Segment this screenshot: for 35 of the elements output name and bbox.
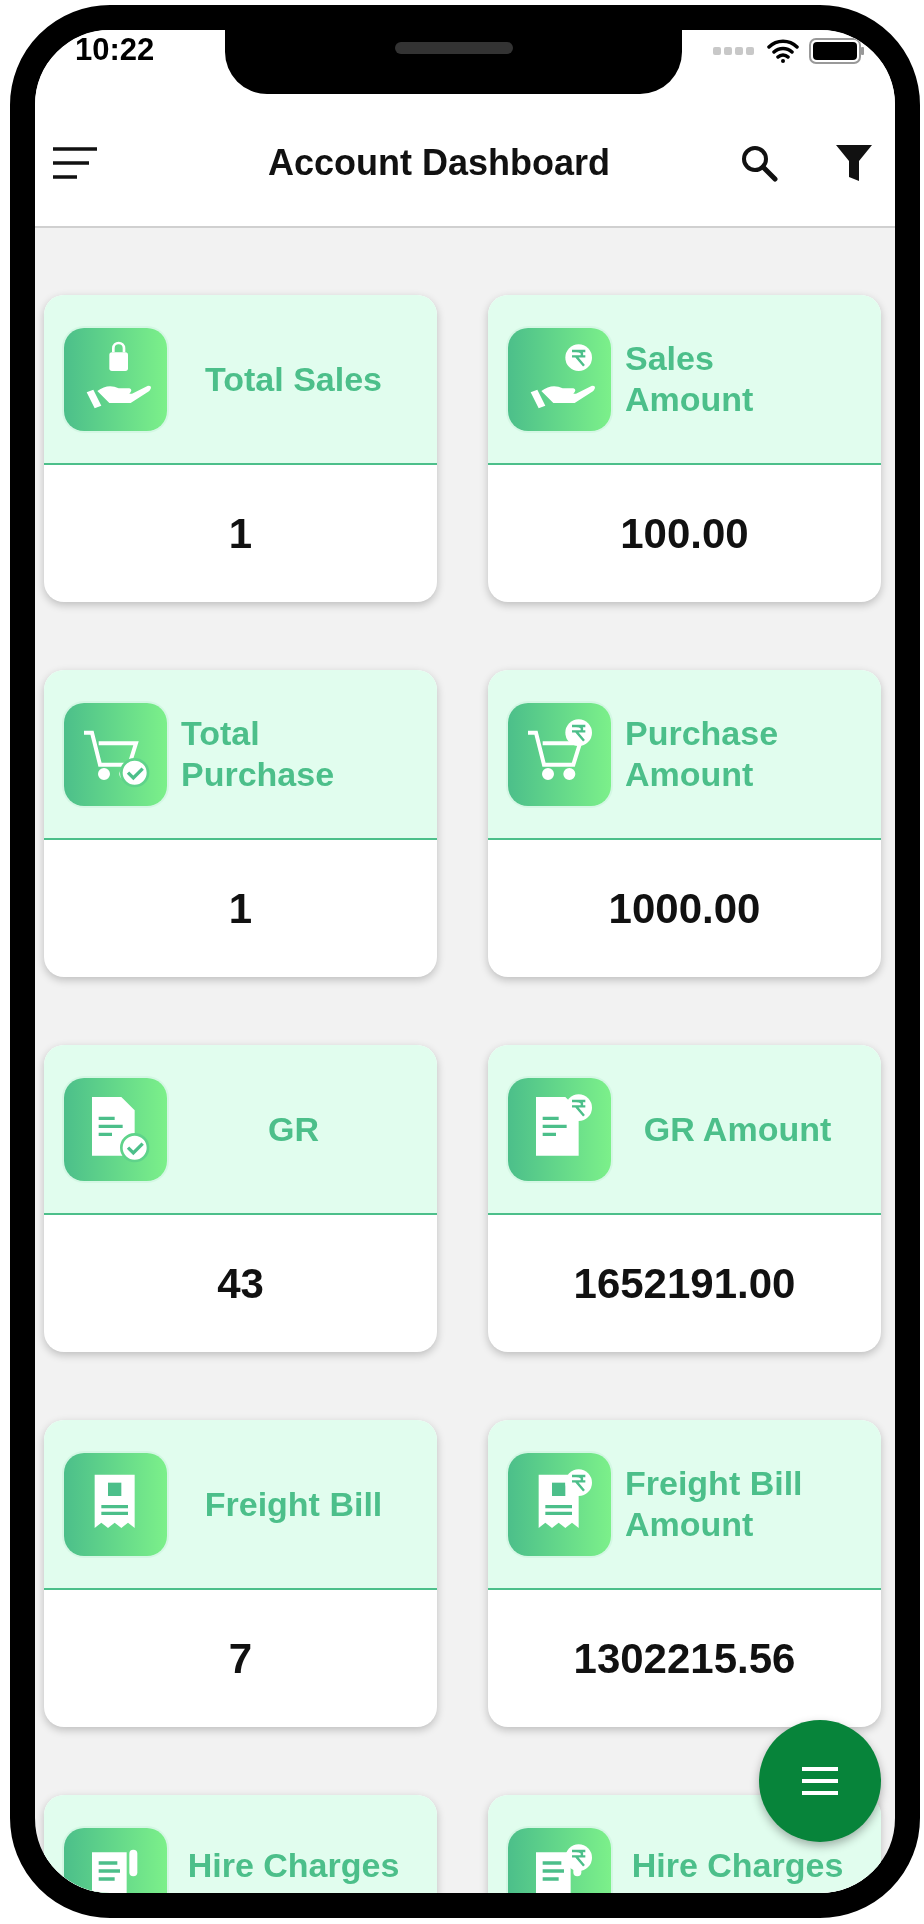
card-value: 7 xyxy=(228,1634,253,1683)
card-title: Freight Bill xyxy=(204,1483,383,1525)
card-title: Sales Amount xyxy=(625,338,755,420)
stat-card[interactable]: Total Sales 1 xyxy=(44,295,437,602)
card-title: Hire Charges xyxy=(631,1845,844,1886)
card-value: 1000.00 xyxy=(608,884,761,933)
card-value: 100.00 xyxy=(620,509,749,558)
stat-card[interactable]: Freight Bill 7 xyxy=(44,1420,437,1727)
page-title: Account Dashboard xyxy=(266,142,611,184)
menu-icon xyxy=(800,1766,840,1796)
stat-card[interactable]: GR 43 xyxy=(44,1045,437,1352)
card-title: Hire Charges xyxy=(187,1845,400,1886)
stat-card[interactable]: Freight Bill Amount 1302215.56 xyxy=(488,1420,881,1727)
card-title: Freight Bill Amount xyxy=(625,1463,804,1545)
search-icon xyxy=(739,143,779,183)
card-value: 1302215.56 xyxy=(573,1634,796,1683)
card-title: Total Purchase xyxy=(181,713,336,795)
battery-icon xyxy=(809,38,865,64)
card-value: 43 xyxy=(217,1259,264,1308)
stat-card[interactable]: GR Amount 1652191.00 xyxy=(488,1045,881,1352)
card-title: GR Amount xyxy=(643,1108,832,1150)
menu-icon xyxy=(51,145,99,181)
card-title: Total Sales xyxy=(205,358,382,400)
stat-card[interactable]: Total Purchase 1 xyxy=(44,670,437,977)
card-title: GR xyxy=(268,1108,319,1150)
status-time: 10:22 xyxy=(75,32,155,68)
card-value: 1 xyxy=(228,509,253,558)
stat-card[interactable]: Purchase Amount 1000.00 xyxy=(488,670,881,977)
wifi-icon xyxy=(767,39,799,63)
signal-icon xyxy=(713,46,757,56)
card-value: 1 xyxy=(228,884,253,933)
card-value: 1652191.00 xyxy=(573,1259,796,1308)
card-title: Purchase Amount xyxy=(625,713,780,795)
filter-icon xyxy=(835,143,873,183)
stat-card[interactable]: Sales Amount 100.00 xyxy=(488,295,881,602)
